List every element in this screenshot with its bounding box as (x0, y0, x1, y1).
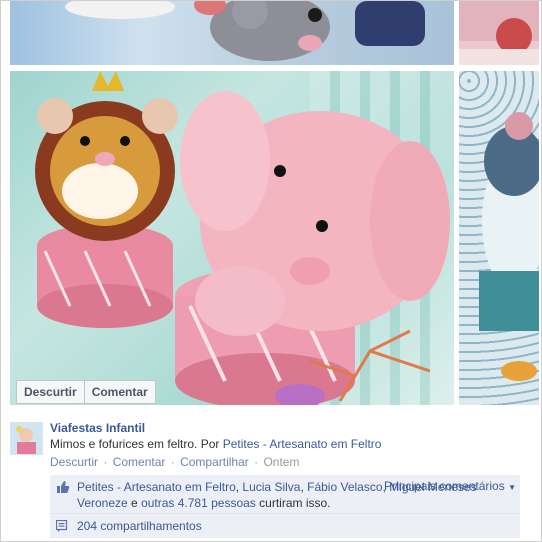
post-message: Mimos e fofurices em feltro. Por Petites… (50, 437, 381, 451)
other-likers-link[interactable]: outras 4.781 pessoas (141, 496, 256, 510)
post-message-text: Mimos e fofurices em feltro. Por (50, 437, 223, 451)
post-timestamp[interactable]: Ontem (263, 455, 299, 469)
page-avatar-image (11, 423, 42, 454)
photo-comment-button[interactable]: Comentar (83, 381, 155, 403)
photo-actions: Descurtir Comentar (16, 380, 156, 404)
unlike-link[interactable]: Descurtir (50, 455, 98, 469)
facebook-photo-post: Descurtir Comentar Viafestas Infantil Mi… (0, 0, 542, 542)
felt-penguin-image (479, 112, 539, 381)
felt-toys-top-right-image (459, 1, 539, 65)
post-author-link[interactable]: Viafestas Infantil (50, 421, 145, 435)
separator: · (103, 455, 108, 469)
felt-toys-top-image (65, 1, 425, 61)
comment-link[interactable]: Comentar (113, 455, 166, 469)
photo-top-right[interactable] (459, 1, 539, 65)
feedback-box: Petites - Artesanato em Feltro, Lucia Si… (50, 475, 520, 538)
liker-link[interactable]: Petites - Artesanato em Feltro (77, 480, 236, 494)
separator: · (254, 455, 259, 469)
photo-right[interactable] (459, 71, 539, 405)
photo-unlike-button[interactable]: Descurtir (17, 381, 84, 403)
post-actions: Descurtir · Comentar · Compartilhar · On… (50, 455, 299, 469)
felt-lion-and-elephant-image (35, 71, 454, 405)
likes-row: Petites - Artesanato em Feltro, Lucia Si… (50, 475, 520, 514)
share-link[interactable]: Compartilhar (180, 455, 249, 469)
shares-count-link[interactable]: 204 compartilhamentos (77, 519, 202, 533)
shares-row: 204 compartilhamentos (50, 514, 520, 538)
liker-link[interactable]: Lucia Silva (242, 480, 300, 494)
post-message-link[interactable]: Petites - Artesanato em Feltro (223, 437, 382, 451)
likes-and: e (127, 496, 142, 510)
caret-down-icon: ▼ (508, 483, 516, 492)
share-icon (56, 520, 68, 532)
separator: · (170, 455, 175, 469)
avatar[interactable] (10, 422, 43, 455)
liker-link[interactable]: Fábio Velasco (307, 480, 382, 494)
thumbs-up-icon (57, 481, 70, 493)
top-comments-label: Principais comentários (384, 479, 505, 493)
photo-top-main[interactable] (10, 1, 454, 65)
likes-suffix: curtiram isso. (259, 496, 331, 510)
photo-main[interactable] (10, 71, 454, 405)
top-comments-dropdown[interactable]: Principais comentários ▼ (384, 479, 516, 493)
